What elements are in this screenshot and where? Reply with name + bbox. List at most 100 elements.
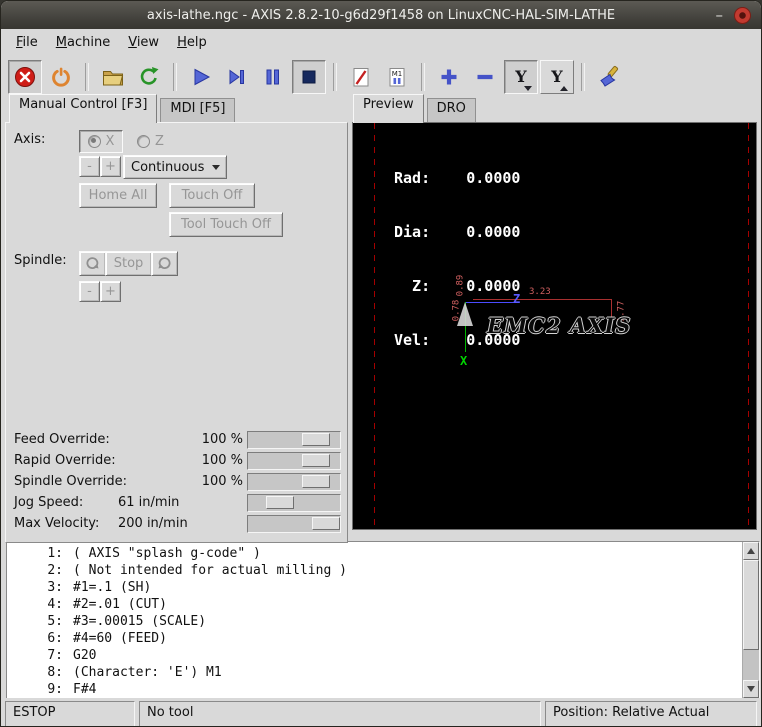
spindle-stop-button[interactable]: Stop <box>105 251 152 276</box>
slider-thumb[interactable] <box>312 517 340 530</box>
feed-override-slider[interactable] <box>247 431 341 449</box>
emc2-axis-logo: EMC2 AXIS <box>487 313 631 338</box>
tab-manual-control[interactable]: Manual Control [F3] <box>9 94 157 123</box>
stop-button[interactable] <box>292 60 326 94</box>
touch-off-button[interactable]: Touch Off <box>169 183 255 208</box>
menu-view[interactable]: View <box>119 31 168 54</box>
left-tab-bar: Manual Control [F3] MDI [F5] <box>9 100 238 123</box>
radio-icon <box>137 135 150 148</box>
toolbar-separator <box>173 63 177 91</box>
axis-z-radio[interactable]: Z <box>137 134 164 149</box>
estop-icon <box>13 65 37 89</box>
pause-button[interactable] <box>256 60 290 94</box>
line-number: 7: <box>7 647 63 664</box>
jog-mode-dropdown[interactable]: Continuous <box>123 155 227 179</box>
spindle-plus-button[interactable]: + <box>100 281 121 302</box>
step-icon <box>225 65 249 89</box>
spindle-minus-button[interactable]: - <box>79 281 100 302</box>
jog-plus-button[interactable]: + <box>100 156 121 177</box>
spindle-override-slider[interactable] <box>247 473 341 491</box>
zoom-out-icon <box>474 66 496 88</box>
tool-touch-row: Tool Touch Off <box>6 212 347 236</box>
scroll-down-button[interactable] <box>743 680 759 698</box>
zoom-out-button[interactable] <box>468 60 502 94</box>
chevron-down-icon <box>212 165 220 170</box>
scrollbar-track[interactable] <box>743 560 759 680</box>
skip-lines-icon <box>349 65 373 89</box>
gcode-line[interactable]: 5:#3=.00015 (SCALE) <box>7 613 742 630</box>
titlebar[interactable]: axis-lathe.ngc - AXIS 2.8.2-10-g6d29f145… <box>1 1 761 29</box>
tab-preview[interactable]: Preview <box>353 94 424 123</box>
gcode-scrollbar[interactable] <box>742 542 759 698</box>
arrow-up-icon <box>747 548 755 554</box>
gcode-listing[interactable]: 1:( AXIS "splash g-code" ) 2: ( Not inten… <box>7 542 742 698</box>
open-file-button[interactable] <box>96 60 130 94</box>
arrow-down-icon <box>524 86 532 91</box>
jog-speed-row: Jog Speed: 61 in/min <box>6 493 347 513</box>
gcode-line[interactable]: 4:#2=.01 (CUT) <box>7 596 742 613</box>
view-y2-button[interactable]: Y <box>540 60 574 94</box>
axis-x-radio[interactable]: X <box>79 130 123 153</box>
line-text: #3=.00015 (SCALE) <box>73 613 206 630</box>
skip-lines-button[interactable] <box>344 60 378 94</box>
menu-file[interactable]: File <box>7 31 47 54</box>
rapid-override-value: 100 % <box>202 453 243 468</box>
max-velocity-slider[interactable] <box>247 515 341 533</box>
z-axis-label: Z <box>513 292 520 306</box>
toolbar-separator <box>421 63 425 91</box>
jog-speed-slider[interactable] <box>247 494 341 512</box>
spindle-forward-button[interactable] <box>151 251 178 276</box>
gcode-area: 1:( AXIS "splash g-code" ) 2: ( Not inten… <box>6 541 760 699</box>
axis-x-label: X <box>106 134 115 149</box>
close-button[interactable] <box>734 7 751 24</box>
clear-plot-button[interactable] <box>592 60 626 94</box>
menu-help[interactable]: Help <box>168 31 216 54</box>
gcode-line[interactable]: 1:( AXIS "splash g-code" ) <box>7 545 742 562</box>
estop-button[interactable] <box>8 60 42 94</box>
minimize-button[interactable]: – <box>716 8 724 23</box>
feed-override-row: Feed Override: 100 % <box>6 430 347 450</box>
menu-machine[interactable]: Machine <box>47 31 119 54</box>
tab-mdi[interactable]: MDI [F5] <box>160 98 235 123</box>
gcode-line[interactable]: 6:#4=60 (FEED) <box>7 630 742 647</box>
run-button[interactable] <box>184 60 218 94</box>
gcode-line[interactable]: 3:#1=.1 (SH) <box>7 579 742 596</box>
tab-dro[interactable]: DRO <box>427 98 476 123</box>
gcode-line[interactable]: 8:(Character: 'E') M1 <box>7 664 742 681</box>
slider-thumb[interactable] <box>302 475 330 488</box>
slider-thumb[interactable] <box>302 454 330 467</box>
view-y2-icon: Y <box>551 69 562 85</box>
scrollbar-thumb[interactable] <box>743 560 759 650</box>
zoom-in-button[interactable] <box>432 60 466 94</box>
gcode-line[interactable]: 7:G20 <box>7 647 742 664</box>
line-number: 2: <box>7 562 63 579</box>
slider-thumb[interactable] <box>266 496 294 509</box>
machine-power-button[interactable] <box>44 60 78 94</box>
spindle-reverse-button[interactable] <box>79 251 106 276</box>
slider-thumb[interactable] <box>302 433 330 446</box>
pause-icon <box>261 65 285 89</box>
line-text: ( AXIS "splash g-code" ) <box>73 545 261 562</box>
spindle-label: Spindle: <box>14 253 67 268</box>
optional-pause-button[interactable]: M1 <box>380 60 414 94</box>
dimension-width: 3.23 <box>529 288 551 297</box>
feed-override-value: 100 % <box>202 432 243 447</box>
gcode-line[interactable]: 2: ( Not intended for actual milling ) <box>7 562 742 579</box>
axis-label: Axis: <box>14 132 45 147</box>
spindle-speed-row: - + <box>6 281 347 305</box>
reload-file-button[interactable] <box>132 60 166 94</box>
line-text: ( Not intended for actual milling ) <box>73 562 347 579</box>
step-button[interactable] <box>220 60 254 94</box>
jog-speed-label: Jog Speed: <box>14 495 83 510</box>
status-estop: ESTOP <box>5 701 135 727</box>
line-number: 9: <box>7 681 63 698</box>
scroll-up-button[interactable] <box>743 542 759 560</box>
rapid-override-slider[interactable] <box>247 452 341 470</box>
view-y-button[interactable]: Y <box>504 60 538 94</box>
zoom-in-icon <box>438 66 460 88</box>
preview-canvas[interactable]: Rad: 0.0000 Dia: 0.0000 Z: 0.0000 Vel: 0… <box>352 122 757 530</box>
tool-touch-off-button[interactable]: Tool Touch Off <box>169 212 283 237</box>
jog-minus-button[interactable]: - <box>79 156 100 177</box>
gcode-line[interactable]: 9:F#4 <box>7 681 742 698</box>
home-all-button[interactable]: Home All <box>79 183 157 208</box>
